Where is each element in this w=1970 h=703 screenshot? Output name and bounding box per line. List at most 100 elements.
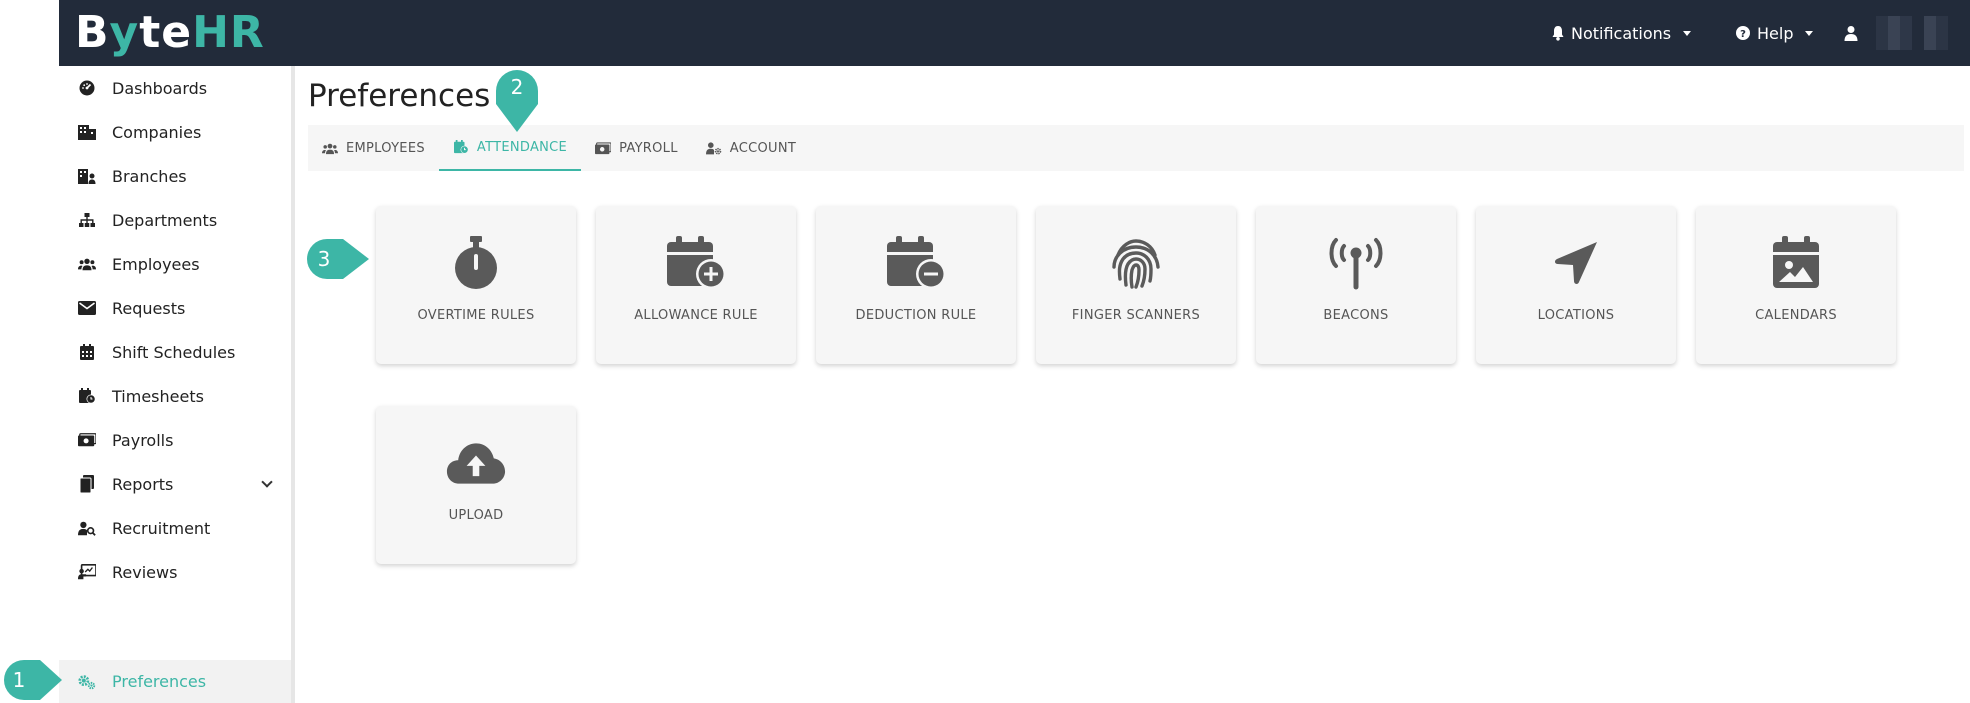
card-deduction-rule[interactable]: DEDUCTION RULE <box>816 206 1016 364</box>
sidebar-item-timesheets[interactable]: Timesheets <box>59 374 291 418</box>
branch-building-icon <box>78 167 96 185</box>
sidebar-item-label: Companies <box>112 122 202 142</box>
sidebar-item-label: Branches <box>112 166 187 186</box>
svg-text:?: ? <box>1740 29 1746 40</box>
sidebar-item-branches[interactable]: Branches <box>59 154 291 198</box>
user-name-redacted <box>1876 16 1948 50</box>
card-label: DEDUCTION RULE <box>855 308 977 323</box>
logo-letter-b: B <box>75 6 110 58</box>
calendar-icon <box>78 343 96 361</box>
sitemap-icon <box>78 211 96 229</box>
user-menu[interactable] <box>1844 0 1954 66</box>
users-icon <box>78 255 96 273</box>
calendar-minus-icon <box>886 236 946 290</box>
notifications-label: Notifications <box>1571 23 1672 43</box>
sidebar-item-shift-schedules[interactable]: Shift Schedules <box>59 330 291 374</box>
step-number: 2 <box>510 75 524 99</box>
logo-letters-te: te <box>139 6 193 58</box>
sidebar-item-dashboards[interactable]: Dashboards <box>59 66 291 110</box>
notifications-toggle[interactable]: Notifications <box>1551 23 1692 43</box>
card-beacons[interactable]: BEACONS <box>1256 206 1456 364</box>
help-label: Help <box>1757 23 1794 43</box>
calendar-clock-icon <box>78 387 96 405</box>
tab-label: ACCOUNT <box>729 140 797 156</box>
card-label: OVERTIME RULES <box>417 308 535 323</box>
help-toggle[interactable]: ? Help <box>1735 23 1814 43</box>
card-locations[interactable]: LOCATIONS <box>1476 206 1676 364</box>
sidebar-item-label: Payrolls <box>112 430 174 450</box>
sidebar-item-employees[interactable]: Employees <box>59 242 291 286</box>
user-search-icon <box>78 519 96 537</box>
location-arrow-icon <box>1546 236 1606 290</box>
tab-employees[interactable]: EMPLOYEES <box>308 125 439 171</box>
caret-down-icon <box>1683 30 1692 36</box>
question-circle-icon: ? <box>1736 26 1750 40</box>
sidebar-item-label: Recruitment <box>112 518 211 538</box>
sidebar-item-preferences[interactable]: Preferences <box>59 660 291 703</box>
tab-account[interactable]: ACCOUNT <box>692 125 810 171</box>
tab-payroll[interactable]: PAYROLL <box>581 125 692 171</box>
top-navbar: B y te HR Notifications ? Help <box>59 0 1970 66</box>
sidebar-item-reports[interactable]: Reports <box>59 462 291 506</box>
user-gear-icon <box>705 141 722 155</box>
card-calendars[interactable]: CALENDARS <box>1696 206 1896 364</box>
card-label: CALENDARS <box>1755 308 1837 323</box>
sidebar-item-departments[interactable]: Departments <box>59 198 291 242</box>
gears-icon <box>78 673 96 691</box>
chalkboard-icon <box>78 563 96 581</box>
sidebar-item-label: Timesheets <box>112 386 204 406</box>
sidebar: Dashboards Companies Branches Department… <box>59 66 295 703</box>
broadcast-tower-icon <box>1326 236 1386 290</box>
notifications-menu[interactable]: Notifications <box>1551 0 1692 66</box>
step-number: 3 <box>317 247 331 271</box>
user-toggle[interactable] <box>1844 16 1954 50</box>
gauge-icon <box>78 79 96 97</box>
calendar-image-icon <box>1766 236 1826 290</box>
help-menu[interactable]: ? Help <box>1735 0 1814 66</box>
sidebar-item-requests[interactable]: Requests <box>59 286 291 330</box>
card-upload[interactable]: UPLOAD <box>376 406 576 564</box>
card-finger-scanners[interactable]: FINGER SCANNERS <box>1036 206 1236 364</box>
calendar-plus-icon <box>666 236 726 290</box>
fingerprint-icon <box>1106 236 1166 290</box>
logo-letter-y: y <box>109 6 140 58</box>
page-title: Preferences <box>308 78 491 114</box>
sidebar-item-label: Reviews <box>112 562 178 582</box>
calendar-clock-icon <box>453 140 469 154</box>
cloud-upload-icon <box>446 436 506 490</box>
sidebar-item-label: Reports <box>112 474 174 494</box>
card-allowance-rule[interactable]: ALLOWANCE RULE <box>596 206 796 364</box>
step-marker-2: 2 <box>496 70 538 132</box>
sidebar-item-label: Departments <box>112 210 218 230</box>
sidebar-item-label: Shift Schedules <box>112 342 236 362</box>
building-icon <box>78 123 96 141</box>
card-label: UPLOAD <box>448 508 504 523</box>
sidebar-item-companies[interactable]: Companies <box>59 110 291 154</box>
tab-label: PAYROLL <box>619 140 678 156</box>
sidebar-item-label: Dashboards <box>112 78 208 98</box>
stopwatch-icon <box>446 236 506 290</box>
sidebar-item-reviews[interactable]: Reviews <box>59 550 291 594</box>
step-marker-1: 1 <box>4 660 64 700</box>
sidebar-item-payrolls[interactable]: Payrolls <box>59 418 291 462</box>
caret-down-icon <box>1805 30 1814 36</box>
sidebar-item-label: Requests <box>112 298 186 318</box>
sidebar-item-label: Preferences <box>112 672 207 691</box>
preferences-tabs: EMPLOYEES ATTENDANCE PAYROLL ACCOUNT <box>308 125 1964 171</box>
chevron-down-icon[interactable] <box>261 476 273 488</box>
step-marker-3: 3 <box>307 239 369 279</box>
bytehr-logo[interactable]: B y te HR <box>75 6 265 58</box>
card-overtime-rules[interactable]: OVERTIME RULES <box>376 206 576 364</box>
logo-letters-hr: HR <box>192 6 265 58</box>
step-number: 1 <box>12 668 26 692</box>
tab-label: ATTENDANCE <box>476 139 568 155</box>
envelope-icon <box>78 299 96 317</box>
money-icon <box>595 141 612 155</box>
card-label: BEACONS <box>1323 308 1389 323</box>
sidebar-item-recruitment[interactable]: Recruitment <box>59 506 291 550</box>
card-label: FINGER SCANNERS <box>1071 308 1201 323</box>
sidebar-item-label: Employees <box>112 254 200 274</box>
tab-label: EMPLOYEES <box>346 140 425 156</box>
card-label: LOCATIONS <box>1537 308 1615 323</box>
money-icon <box>78 431 96 449</box>
